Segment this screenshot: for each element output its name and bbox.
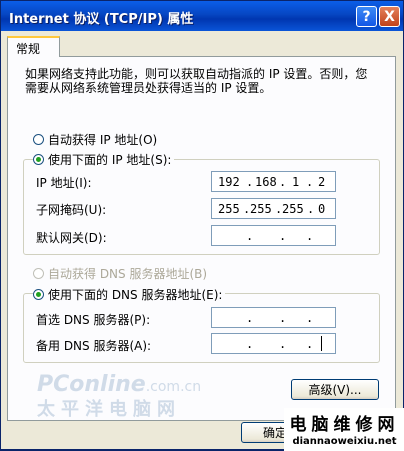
title-bar[interactable]: Internet 协议 (TCP/IP) 属性 ? X — [1, 1, 403, 31]
site-watermark-url: diannaoweixiu.net — [292, 436, 397, 447]
site-watermark: 电脑维修网 diannaoweixiu.net — [284, 408, 404, 451]
ip-address-input[interactable]: 192 . 168 . 1 . 2 — [211, 171, 336, 192]
dot-separator: . — [279, 337, 287, 351]
subnet-mask-label: 子网掩码(U): — [36, 203, 107, 217]
window-title: Internet 协议 (TCP/IP) 属性 — [9, 12, 194, 27]
dot-separator: . — [306, 175, 314, 189]
ip-octet-2: 168 — [255, 175, 277, 189]
text-cursor — [321, 336, 322, 351]
radio-manual-dns-label: 使用下面的 DNS 服务器地址(E): — [48, 288, 223, 302]
alternate-dns-input[interactable]: . . . — [211, 333, 336, 354]
tab-general[interactable]: 常规 — [7, 36, 60, 57]
close-icon: X — [384, 8, 395, 25]
radio-auto-ip[interactable]: 自动获得 IP 地址(O) — [33, 131, 157, 148]
subnet-mask-input[interactable]: 255 . 255 . 255 . 0 — [211, 198, 336, 219]
dot-separator: . — [307, 202, 315, 216]
advanced-button[interactable]: 高级(V)... — [291, 379, 379, 400]
dot-separator: . — [246, 175, 254, 189]
alternate-dns-label: 备用 DNS 服务器(A): — [36, 339, 152, 353]
tab-general-label: 常规 — [16, 42, 41, 56]
tcpip-properties-dialog: Internet 协议 (TCP/IP) 属性 ? X 常规 如果网络支持此功能… — [0, 0, 404, 451]
radio-auto-dns[interactable]: 自动获得 DNS 服务器地址(B) — [33, 265, 207, 282]
dot-separator: . — [246, 229, 254, 243]
radio-manual-dns-circle[interactable] — [33, 289, 44, 300]
radio-auto-ip-label: 自动获得 IP 地址(O) — [48, 133, 158, 147]
radio-manual-ip[interactable]: 使用下面的 IP 地址(S): — [33, 151, 175, 168]
radio-auto-dns-label: 自动获得 DNS 服务器地址(B) — [48, 267, 208, 281]
pconline-watermark: PConline.com.cn 太平洋电脑网 — [37, 372, 201, 421]
dot-separator: . — [306, 229, 314, 243]
pconline-domain: .com.cn — [145, 379, 202, 395]
advanced-button-label: 高级(V)... — [308, 383, 362, 397]
preferred-dns-label: 首选 DNS 服务器(P): — [36, 313, 151, 327]
description-text: 如果网络支持此功能，则可以获取自动指派的 IP 设置。否则，您需要从网络系统管理… — [25, 67, 368, 95]
preferred-dns-input[interactable]: . . . — [211, 307, 336, 328]
ip-octet-4: 2 — [318, 175, 326, 189]
radio-auto-ip-circle[interactable] — [33, 134, 44, 145]
dot-separator: . — [279, 311, 287, 325]
radio-auto-dns-circle[interactable] — [33, 268, 44, 279]
mask-octet-2: 255 — [250, 202, 272, 216]
radio-manual-ip-label: 使用下面的 IP 地址(S): — [48, 153, 172, 167]
pconline-cn-text: 太平洋电脑网 — [37, 399, 181, 420]
dot-separator: . — [279, 229, 287, 243]
dot-separator: . — [246, 337, 254, 351]
radio-manual-dns[interactable]: 使用下面的 DNS 服务器地址(E): — [33, 286, 226, 303]
mask-octet-1: 255 — [218, 202, 240, 216]
radio-manual-ip-circle[interactable] — [33, 154, 44, 165]
dot-separator: . — [246, 311, 254, 325]
mask-octet-4: 0 — [318, 202, 326, 216]
close-button[interactable]: X — [379, 6, 400, 27]
ip-address-label: IP 地址(I): — [36, 176, 92, 190]
gateway-input[interactable]: . . . — [211, 225, 336, 246]
pconline-logo-text: PConline — [37, 372, 146, 397]
ip-octet-1: 192 — [218, 175, 240, 189]
site-watermark-cn: 电脑维修网 — [289, 415, 400, 435]
mask-octet-3: 255 — [282, 202, 304, 216]
dot-separator: . — [279, 175, 287, 189]
dot-separator: . — [306, 337, 314, 351]
ip-octet-3: 1 — [292, 175, 300, 189]
gateway-label: 默认网关(D): — [36, 231, 107, 245]
help-button[interactable]: ? — [356, 6, 377, 27]
dot-separator: . — [306, 311, 314, 325]
help-icon: ? — [362, 8, 371, 25]
